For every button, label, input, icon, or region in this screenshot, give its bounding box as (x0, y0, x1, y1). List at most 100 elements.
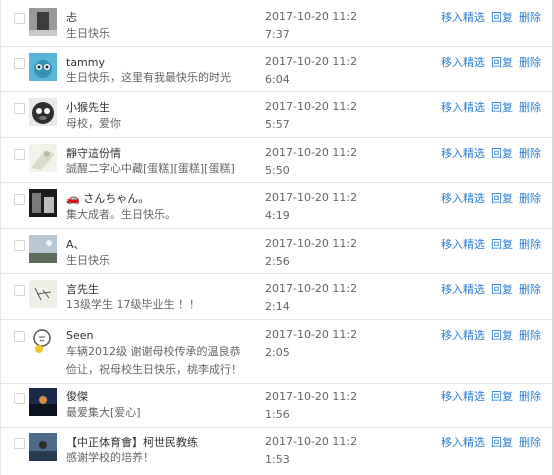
message-text: 生日快乐，这里有我最快乐的时光 (66, 71, 231, 84)
row-actions: 移入精选 回复 删除 (441, 147, 547, 161)
avatar (29, 326, 57, 354)
row-checkbox[interactable] (14, 149, 25, 160)
avatar (29, 98, 57, 126)
delete-button[interactable]: 删除 (519, 329, 541, 342)
avatar (29, 280, 57, 308)
sender-name: tammy (66, 56, 105, 69)
sender-name: 言先生 (66, 283, 99, 296)
sender-name: A、 (66, 238, 85, 251)
delete-button[interactable]: 删除 (519, 147, 541, 160)
sender-name: 靜守這份情 (66, 147, 121, 160)
timestamp: 2017-10-20 11:26:04 (265, 55, 358, 86)
row-actions: 移入精选 回复 删除 (441, 390, 547, 404)
move-to-featured-button[interactable]: 移入精选 (441, 101, 485, 114)
move-to-featured-button[interactable]: 移入精选 (441, 11, 485, 24)
sender-name: 俊傑 (66, 390, 88, 403)
delete-button[interactable]: 删除 (519, 238, 541, 251)
sender-name: 【中正体育會】柯世民教练 (66, 436, 198, 449)
message-row: 忐 生日快乐 2017-10-20 11:27:37 移入精选 回复 删除 (1, 0, 554, 47)
delete-button[interactable]: 删除 (519, 56, 541, 69)
row-checkbox[interactable] (14, 438, 25, 449)
reply-button[interactable]: 回复 (491, 11, 513, 24)
message-row: 小猴先生 母校，爱你 2017-10-20 11:25:57 移入精选 回复 删除 (1, 92, 554, 138)
timestamp: 2017-10-20 11:22:14 (265, 282, 358, 313)
message-text: 最爱集大[爱心] (66, 406, 141, 419)
delete-button[interactable]: 删除 (519, 11, 541, 24)
timestamp: 2017-10-20 11:25:57 (265, 100, 358, 131)
reply-button[interactable]: 回复 (491, 436, 513, 449)
message-text: 集大成者。生日快乐。 (66, 208, 176, 221)
message-text: 生日快乐 (66, 27, 110, 40)
avatar (29, 8, 57, 36)
move-to-featured-button[interactable]: 移入精选 (441, 147, 485, 160)
delete-button[interactable]: 删除 (519, 436, 541, 449)
row-checkbox[interactable] (14, 103, 25, 114)
row-checkbox[interactable] (14, 393, 25, 404)
row-actions: 移入精选 回复 删除 (441, 11, 547, 25)
sender-name: Seen (66, 329, 94, 342)
message-text: 感谢学校的培养！ (66, 451, 154, 464)
reply-button[interactable]: 回复 (491, 238, 513, 251)
avatar (29, 388, 57, 416)
timestamp: 2017-10-20 11:22:05 (265, 328, 358, 359)
timestamp: 2017-10-20 11:25:50 (265, 146, 358, 177)
avatar (29, 235, 57, 263)
reply-button[interactable]: 回复 (491, 192, 513, 205)
move-to-featured-button[interactable]: 移入精选 (441, 192, 485, 205)
timestamp: 2017-10-20 11:21:53 (265, 435, 358, 466)
delete-button[interactable]: 删除 (519, 390, 541, 403)
message-text: 母校，爱你 (66, 117, 121, 130)
message-text: 生日快乐 (66, 254, 110, 267)
sender-name: 小猴先生 (66, 101, 110, 114)
reply-button[interactable]: 回复 (491, 101, 513, 114)
row-checkbox[interactable] (14, 331, 25, 342)
row-actions: 移入精选 回复 删除 (441, 238, 547, 252)
reply-button[interactable]: 回复 (491, 390, 513, 403)
move-to-featured-button[interactable]: 移入精选 (441, 56, 485, 69)
avatar (29, 144, 57, 172)
row-checkbox[interactable] (14, 58, 25, 69)
message-text: 13级学生 17级毕业生 ！！ (66, 298, 200, 311)
row-actions: 移入精选 回复 删除 (441, 436, 547, 450)
message-row: 【中正体育會】柯世民教练 感谢学校的培养！ 2017-10-20 11:21:5… (1, 428, 554, 475)
sender-name: 🚗 さんちゃん。 (66, 192, 150, 205)
message-row: A、 生日快乐 2017-10-20 11:22:56 移入精选 回复 删除 (1, 229, 554, 274)
message-list: 忐 生日快乐 2017-10-20 11:27:37 移入精选 回复 删除 tamm… (0, 0, 554, 475)
sender-name: 忐 (66, 11, 77, 24)
row-checkbox[interactable] (14, 13, 25, 24)
move-to-featured-button[interactable]: 移入精选 (441, 436, 485, 449)
message-text: 车辆2012级 谢谢母校传承的温良恭俭让，祝母校生日快乐，桃李成行！ (66, 345, 242, 376)
reply-button[interactable]: 回复 (491, 329, 513, 342)
message-row: 靜守這份情 誠醒二字心中藏[蛋糕][蛋糕][蛋糕] 2017-10-20 11:… (1, 138, 554, 183)
row-checkbox[interactable] (14, 285, 25, 296)
move-to-featured-button[interactable]: 移入精选 (441, 238, 485, 251)
message-row: 俊傑 最爱集大[爱心] 2017-10-20 11:21:56 移入精选 回复 删除 (1, 384, 554, 428)
message-text: 誠醒二字心中藏[蛋糕][蛋糕][蛋糕] (66, 162, 235, 175)
avatar (29, 189, 57, 217)
row-checkbox[interactable] (14, 240, 25, 251)
row-checkbox[interactable] (14, 194, 25, 205)
move-to-featured-button[interactable]: 移入精选 (441, 283, 485, 296)
message-row: Seen 车辆2012级 谢谢母校传承的温良恭俭让，祝母校生日快乐，桃李成行！ … (1, 320, 554, 384)
reply-button[interactable]: 回复 (491, 147, 513, 160)
message-row: 言先生 13级学生 17级毕业生 ！！ 2017-10-20 11:22:14 … (1, 274, 554, 320)
move-to-featured-button[interactable]: 移入精选 (441, 390, 485, 403)
avatar (29, 53, 57, 81)
delete-button[interactable]: 删除 (519, 192, 541, 205)
row-actions: 移入精选 回复 删除 (441, 283, 547, 297)
timestamp: 2017-10-20 11:27:37 (265, 10, 358, 41)
delete-button[interactable]: 删除 (519, 283, 541, 296)
timestamp: 2017-10-20 11:24:19 (265, 191, 358, 222)
row-actions: 移入精选 回复 删除 (441, 56, 547, 70)
message-row: tammy 生日快乐，这里有我最快乐的时光 2017-10-20 11:26:0… (1, 47, 554, 92)
reply-button[interactable]: 回复 (491, 283, 513, 296)
avatar (29, 433, 57, 461)
move-to-featured-button[interactable]: 移入精选 (441, 329, 485, 342)
timestamp: 2017-10-20 11:21:56 (265, 390, 358, 421)
message-row: 🚗 さんちゃん。 集大成者。生日快乐。 2017-10-20 11:24:19 … (1, 183, 554, 229)
delete-button[interactable]: 删除 (519, 101, 541, 114)
row-actions: 移入精选 回复 删除 (441, 101, 547, 115)
timestamp: 2017-10-20 11:22:56 (265, 237, 358, 268)
row-actions: 移入精选 回复 删除 (441, 192, 547, 206)
reply-button[interactable]: 回复 (491, 56, 513, 69)
